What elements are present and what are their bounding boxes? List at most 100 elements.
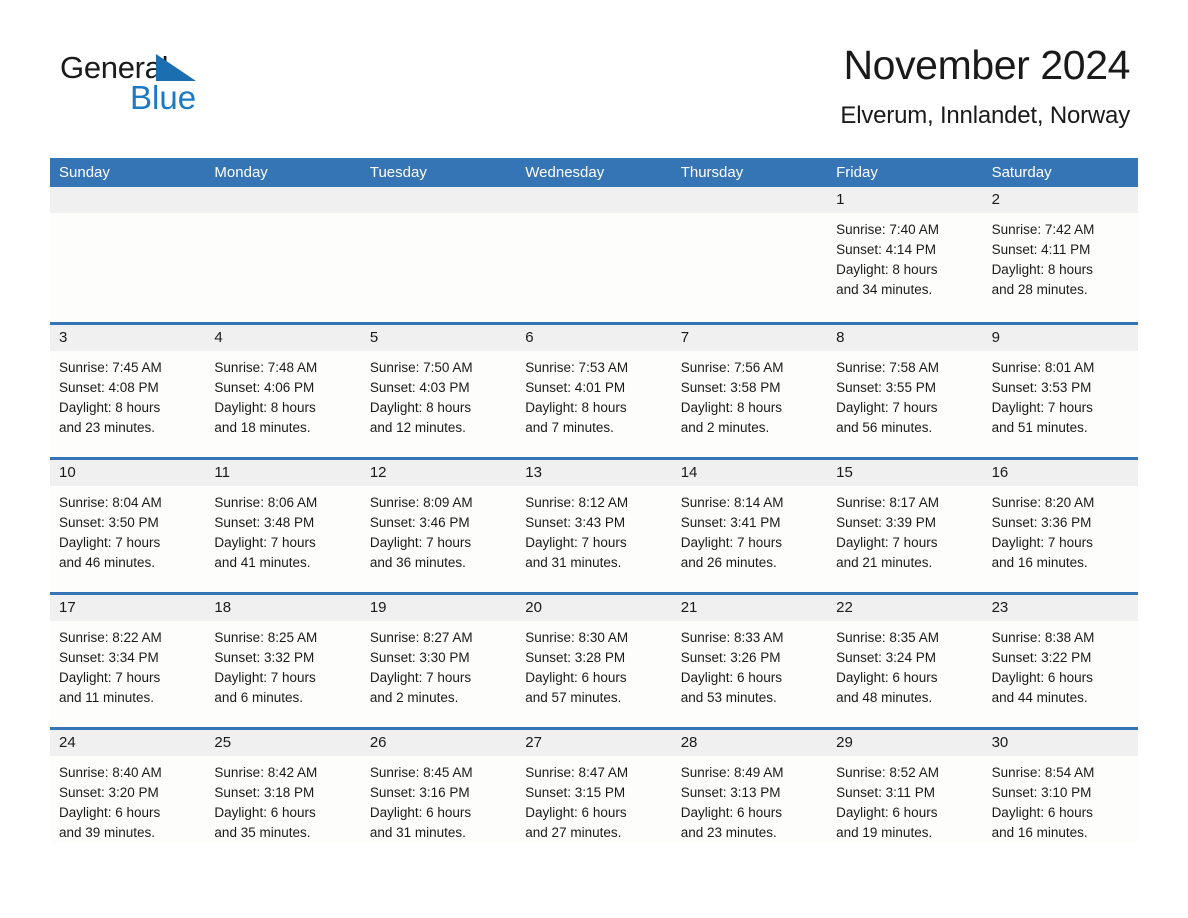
weekday-header-friday: Friday [836, 164, 878, 181]
day-number: 21 [680, 599, 698, 616]
day-cell[interactable]: 26 Sunrise: 8:45 AM Sunset: 3:16 PM Dayligh… [360, 730, 517, 843]
calendar-page: General Blue November 2024 Elverum, Innl… [0, 0, 1188, 918]
daylight-line: Daylight: 8 hours [59, 400, 161, 415]
day-cell[interactable]: 23 Sunrise: 8:38 AM Sunset: 3:22 PM Dayligh… [982, 595, 1138, 727]
day-number: 20 [525, 599, 542, 616]
day-number: 5 [369, 329, 379, 346]
daylight-line: Daylight: 6 hours [525, 805, 627, 820]
day-cell[interactable]: 21 Sunrise: 8:33 AM Sunset: 3:26 PM Dayligh… [671, 595, 828, 727]
day-details: Sunrise: 8:54 AM Sunset: 3:10 PM Daylight:… [983, 756, 1138, 843]
daylight-line-cont: and 48 minutes. [836, 690, 933, 705]
day-cell[interactable]: 24 Sunrise: 8:40 AM Sunset: 3:20 PM Dayligh… [50, 730, 206, 843]
page-masthead: General Blue November 2024 Elverum, Innl… [50, 0, 1138, 158]
day-cell[interactable]: 30 Sunrise: 8:54 AM Sunset: 3:10 PM Dayligh… [982, 730, 1138, 843]
daylight-line: Daylight: 8 hours [680, 400, 783, 415]
day-details: Sunrise: 8:25 AM Sunset: 3:32 PM Daylight:… [205, 621, 360, 708]
daylight-line-cont: and 51 minutes. [991, 420, 1088, 435]
daylight-line-cont: and 31 minutes. [525, 555, 622, 570]
day-cell[interactable]: 13 Sunrise: 8:12 AM Sunset: 3:43 PM Dayligh… [516, 460, 672, 592]
day-details: Sunrise: 8:17 AM Sunset: 3:39 PM Daylight:… [827, 486, 982, 573]
daylight-line: Daylight: 7 hours [836, 400, 938, 415]
day-cell[interactable]: 19 Sunrise: 8:27 AM Sunset: 3:30 PM Dayligh… [360, 595, 517, 727]
day-cell[interactable]: 7 Sunrise: 7:56 AM Sunset: 3:58 PM Daylight… [671, 325, 828, 457]
weekday-header-wednesday: Wednesday [525, 164, 605, 181]
day-cell[interactable]: 29 Sunrise: 8:52 AM Sunset: 3:11 PM Dayligh… [827, 730, 983, 843]
day-cell[interactable]: 20 Sunrise: 8:30 AM Sunset: 3:28 PM Dayligh… [516, 595, 672, 727]
daylight-line-cont: and 27 minutes. [525, 825, 622, 840]
daylight-line-cont: and 2 minutes. [680, 420, 770, 435]
day-cell[interactable]: 5 Sunrise: 7:50 AM Sunset: 4:03 PM Daylight… [360, 325, 517, 457]
day-cell[interactable]: 9 Sunrise: 8:01 AM Sunset: 3:53 PM Daylight… [982, 325, 1138, 457]
sunset-line: Sunset: 3:55 PM [836, 380, 936, 395]
calendar-week-row: 3 Sunrise: 7:45 AM Sunset: 4:08 PM Daylight… [50, 322, 1138, 457]
daylight-line-cont: and 41 minutes. [214, 555, 311, 570]
day-number-band [360, 187, 517, 213]
day-cell[interactable]: 16 Sunrise: 8:20 AM Sunset: 3:36 PM Dayligh… [982, 460, 1138, 592]
day-cell[interactable]: 4 Sunrise: 7:48 AM Sunset: 4:06 PM Daylight… [205, 325, 361, 457]
day-details: Sunrise: 8:30 AM Sunset: 3:28 PM Daylight:… [516, 621, 671, 708]
day-cell[interactable]: 10 Sunrise: 8:04 AM Sunset: 3:50 PM Dayligh… [50, 460, 206, 592]
daylight-line-cont: and 46 minutes. [59, 555, 156, 570]
day-cell[interactable]: 3 Sunrise: 7:45 AM Sunset: 4:08 PM Daylight… [50, 325, 206, 457]
daylight-line: Daylight: 7 hours [991, 400, 1093, 415]
day-number: 10 [59, 464, 76, 481]
day-cell[interactable]: 14 Sunrise: 8:14 AM Sunset: 3:41 PM Dayligh… [671, 460, 828, 592]
day-cell[interactable]: 17 Sunrise: 8:22 AM Sunset: 3:34 PM Dayligh… [50, 595, 206, 727]
calendar-week-row: 10 Sunrise: 8:04 AM Sunset: 3:50 PM Dayligh… [50, 457, 1138, 592]
day-cell[interactable]: 8 Sunrise: 7:58 AM Sunset: 3:55 PM Daylight… [827, 325, 983, 457]
daylight-line-cont: and 6 minutes. [214, 690, 303, 705]
day-number: 16 [991, 464, 1009, 481]
day-number: 7 [680, 329, 690, 346]
daylight-line: Daylight: 6 hours [59, 805, 161, 820]
sunset-line: Sunset: 3:22 PM [991, 650, 1092, 665]
day-details: Sunrise: 7:56 AM Sunset: 3:58 PM Daylight:… [672, 351, 827, 438]
day-number: 22 [836, 599, 853, 616]
day-number-band: 20 [516, 595, 672, 621]
day-number-band: 28 [671, 730, 828, 756]
day-details: Sunrise: 8:06 AM Sunset: 3:48 PM Daylight:… [205, 486, 360, 573]
sunrise-line: Sunrise: 8:06 AM [214, 495, 318, 510]
sunrise-line: Sunrise: 7:45 AM [59, 360, 162, 375]
day-cell[interactable]: 28 Sunrise: 8:49 AM Sunset: 3:13 PM Dayligh… [671, 730, 828, 843]
day-details: Sunrise: 8:38 AM Sunset: 3:22 PM Daylight:… [983, 621, 1138, 708]
day-number-band: 7 [671, 325, 828, 351]
day-number-band: 11 [205, 460, 361, 486]
sunset-line: Sunset: 4:01 PM [525, 380, 626, 395]
sunset-line: Sunset: 4:08 PM [59, 380, 159, 395]
day-details: Sunrise: 8:52 AM Sunset: 3:11 PM Daylight:… [827, 756, 982, 843]
day-cell[interactable]: 11 Sunrise: 8:06 AM Sunset: 3:48 PM Dayligh… [205, 460, 361, 592]
daylight-line: Daylight: 7 hours [59, 535, 161, 550]
day-number-band: 29 [827, 730, 983, 756]
daylight-line: Daylight: 6 hours [369, 805, 472, 820]
day-details: Sunrise: 7:53 AM Sunset: 4:01 PM Daylight:… [516, 351, 671, 438]
sunset-line: Sunset: 3:20 PM [59, 785, 159, 800]
sunrise-line: Sunrise: 8:12 AM [525, 495, 629, 510]
day-details: Sunrise: 8:12 AM Sunset: 3:43 PM Daylight:… [516, 486, 671, 573]
sunrise-line: Sunrise: 8:27 AM [369, 630, 473, 645]
day-number: 6 [525, 329, 534, 346]
day-cell[interactable]: 18 Sunrise: 8:25 AM Sunset: 3:32 PM Dayligh… [205, 595, 361, 727]
day-cell[interactable]: 2 Sunrise: 7:42 AM Sunset: 4:11 PM Daylight… [982, 187, 1138, 322]
day-cell[interactable]: 27 Sunrise: 8:47 AM Sunset: 3:15 PM Dayligh… [516, 730, 672, 843]
daylight-line-cont: and 39 minutes. [59, 825, 156, 840]
sunrise-line: Sunrise: 8:42 AM [214, 765, 318, 780]
day-cell[interactable]: 22 Sunrise: 8:35 AM Sunset: 3:24 PM Dayligh… [827, 595, 983, 727]
day-number-band: 13 [516, 460, 672, 486]
day-cell[interactable]: 6 Sunrise: 7:53 AM Sunset: 4:01 PM Daylight… [516, 325, 672, 457]
day-cell[interactable]: 25 Sunrise: 8:42 AM Sunset: 3:18 PM Dayligh… [205, 730, 361, 843]
calendar-week-row: 1 Sunrise: 7:40 AM Sunset: 4:14 PM Daylight… [50, 187, 1138, 322]
day-cell[interactable]: 15 Sunrise: 8:17 AM Sunset: 3:39 PM Dayligh… [827, 460, 983, 592]
daylight-line: Daylight: 7 hours [991, 535, 1093, 550]
day-cell[interactable]: 1 Sunrise: 7:40 AM Sunset: 4:14 PM Daylight… [827, 187, 983, 322]
sunset-line: Sunset: 3:53 PM [991, 380, 1092, 395]
day-number-band: 19 [360, 595, 517, 621]
weekday-header-row: Sunday Monday Tuesday Wednesday Thursday… [50, 158, 1138, 187]
day-number: 9 [991, 329, 1000, 346]
sunset-line: Sunset: 3:16 PM [369, 785, 470, 800]
daylight-line: Daylight: 7 hours [214, 670, 316, 685]
day-cell[interactable]: 12 Sunrise: 8:09 AM Sunset: 3:46 PM Dayligh… [360, 460, 517, 592]
sunrise-line: Sunrise: 7:40 AM [836, 222, 939, 237]
day-cell-empty [50, 187, 206, 322]
daylight-line: Daylight: 6 hours [525, 670, 627, 685]
sunrise-line: Sunrise: 8:09 AM [369, 495, 473, 510]
